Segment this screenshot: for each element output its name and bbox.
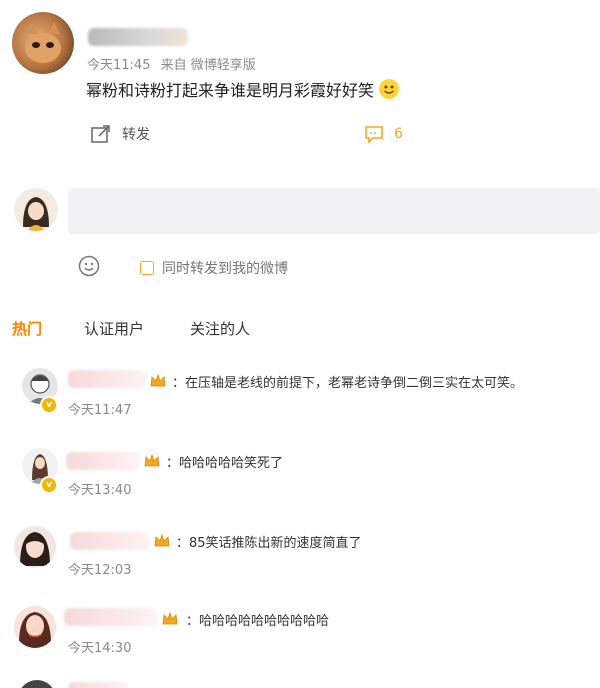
- comment-item: ：哈哈哈哈哈哈哈哈哈哈 今天14:30: [0, 600, 600, 660]
- girl-avatar-icon: [23, 197, 49, 231]
- smiley-icon: [78, 255, 100, 277]
- crown-badge-icon: [150, 374, 166, 387]
- post-time: 今天11:45: [87, 58, 151, 73]
- comment-text: ：在压轴是老线的前提下，老幂老诗争倒二倒三实在太可笑。: [172, 376, 524, 391]
- post-author-avatar[interactable]: [12, 12, 74, 74]
- girl-photo-avatar-icon: [20, 532, 50, 566]
- smile-emoji-icon: [379, 79, 400, 99]
- comment-text: ：哈哈哈哈哈哈哈哈哈哈: [186, 614, 330, 629]
- commenter-avatar[interactable]: [14, 526, 56, 568]
- repost-icon: [91, 125, 110, 143]
- crown-badge-icon: [144, 454, 160, 467]
- repost-button[interactable]: 转发: [90, 124, 150, 144]
- repost-label: 转发: [122, 127, 150, 143]
- commenter-name-masked[interactable]: [70, 532, 150, 550]
- cat-face-icon: [25, 22, 61, 63]
- crown-badge-icon: [162, 612, 178, 625]
- comment-count: 6: [394, 126, 403, 142]
- verified-badge-icon: v: [40, 396, 58, 414]
- sync-repost-checkbox[interactable]: 同时转发到我的微博: [140, 258, 288, 278]
- woman-photo-avatar-icon: [18, 612, 52, 648]
- verified-badge-icon: v: [40, 476, 58, 494]
- comment-item: ：85笑话推陈出新的速度简直了 今天12:03: [0, 522, 600, 582]
- comment-item: v ：哈哈哈哈哈笑死了 今天13:40: [0, 442, 600, 502]
- comment-button[interactable]: 6: [364, 124, 403, 144]
- commenter-name-masked[interactable]: [68, 682, 128, 688]
- commenter-name-masked[interactable]: [64, 608, 158, 626]
- comment-text: ：哈哈哈哈哈笑死了: [166, 456, 284, 471]
- commenter-avatar[interactable]: [14, 606, 56, 648]
- comment-time: 今天14:30: [68, 641, 132, 656]
- comment-time: 今天12:03: [68, 563, 132, 578]
- comment-text: ：85笑话推陈出新的速度简直了: [176, 536, 362, 551]
- crown-badge-icon: [154, 534, 170, 547]
- emoji-picker-button[interactable]: [78, 255, 100, 277]
- commenter-name-masked[interactable]: [68, 370, 146, 388]
- comment-item: v ：在压轴是老线的前提下，老幂老诗争倒二倒三实在太可笑。 今天11:47: [0, 362, 600, 422]
- tab-verified-users[interactable]: 认证用户: [84, 318, 144, 339]
- comment-item-partial: [0, 680, 600, 688]
- comment-input[interactable]: [68, 188, 600, 234]
- post-author-name-masked[interactable]: [88, 28, 188, 46]
- comment-time: 今天11:47: [68, 403, 132, 418]
- tab-hot[interactable]: 热门: [12, 318, 42, 339]
- commenter-avatar[interactable]: [18, 680, 56, 688]
- sync-repost-label: 同时转发到我的微博: [162, 261, 288, 277]
- checkbox-icon: [140, 261, 154, 275]
- post-content: 幂粉和诗粉打起来争谁是明月彩霞好好笑: [86, 81, 375, 100]
- comment-icon: [365, 126, 383, 144]
- my-avatar[interactable]: [14, 188, 58, 232]
- tab-following[interactable]: 关注的人: [190, 318, 250, 339]
- post-source[interactable]: 来自 微博轻享版: [161, 58, 256, 73]
- comment-time: 今天13:40: [68, 483, 132, 498]
- commenter-name-masked[interactable]: [66, 452, 140, 470]
